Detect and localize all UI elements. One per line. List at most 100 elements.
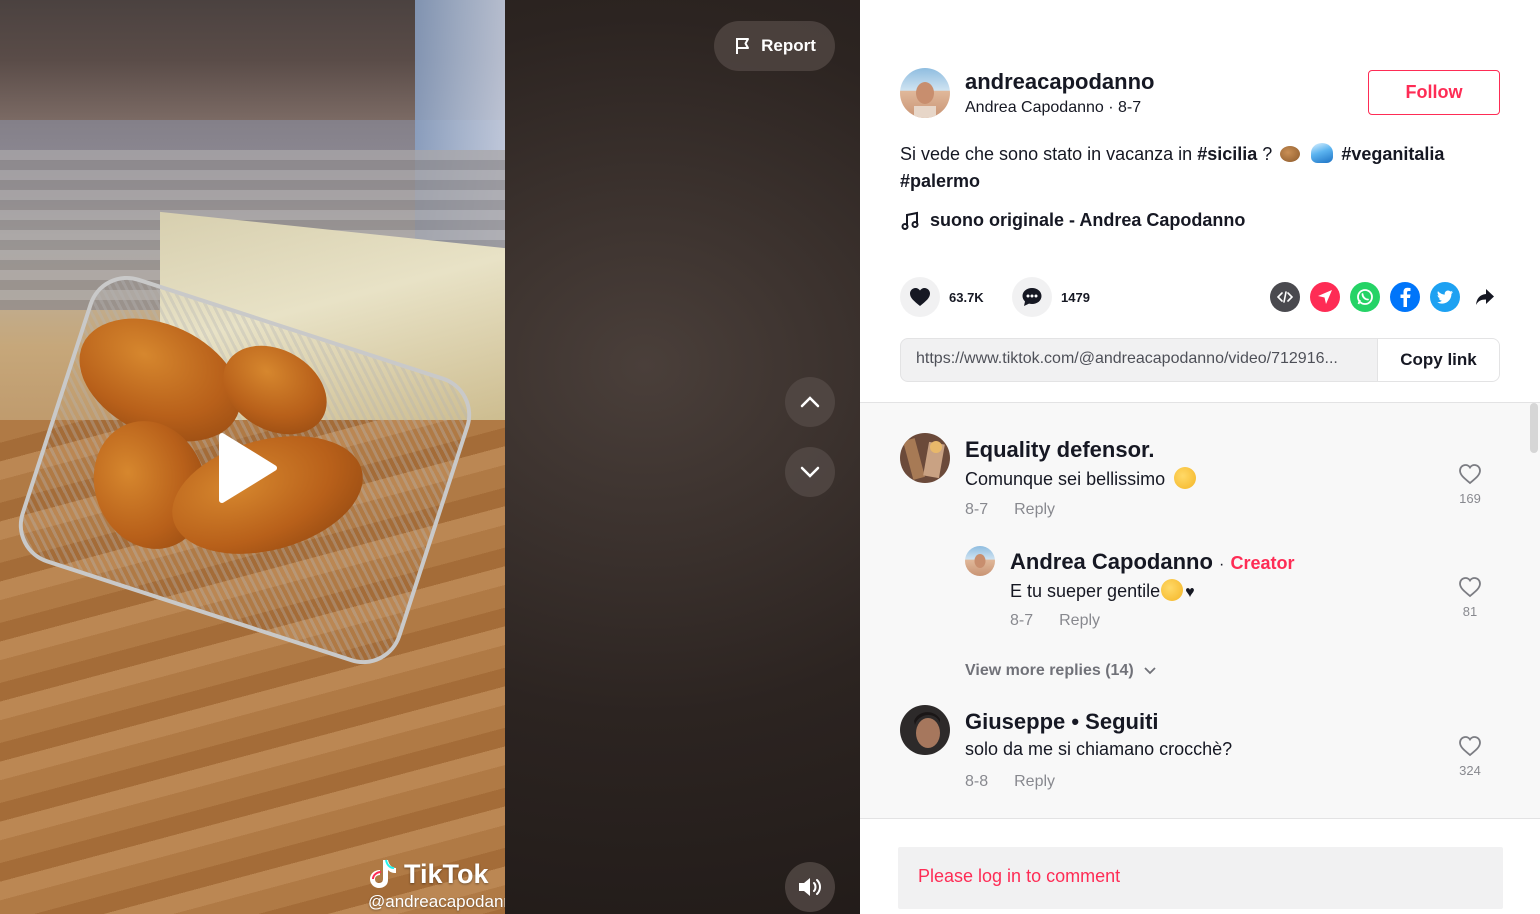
black-heart-icon: ♥	[1185, 584, 1195, 601]
avatar	[974, 554, 986, 568]
separator-dot: ·	[1108, 99, 1119, 116]
like-stat: 63.7K	[900, 277, 984, 317]
video-details-panel: andreacapodanno Andrea Capodanno · 8-7 F…	[860, 0, 1540, 914]
hashtag-sicilia[interactable]: #sicilia	[1197, 144, 1257, 164]
music-note-icon	[901, 211, 919, 230]
send-icon	[1318, 290, 1332, 304]
comment-text: Comunque sei bellissimo	[965, 467, 1197, 490]
heart-outline-icon[interactable]	[1458, 463, 1482, 485]
previous-video-button[interactable]	[785, 377, 835, 427]
potato-emoji-icon	[1280, 146, 1301, 162]
reply-date: 8-7	[1010, 612, 1034, 629]
reply-like: 81	[1450, 576, 1490, 619]
commenter-name[interactable]: Giuseppe • Seguiti	[965, 709, 1159, 735]
tiktok-watermark: TikTok @andreacapodanno	[368, 858, 505, 912]
comment-bubble-icon	[1022, 288, 1042, 306]
volume-button[interactable]	[785, 862, 835, 912]
comment-input-bar: Please log in to comment	[860, 818, 1540, 914]
next-video-button[interactable]	[785, 447, 835, 497]
video-caption: Si vede che sono stato in vacanza in #si…	[900, 141, 1500, 195]
replier-name: Andrea Capodanno · Creator	[1010, 549, 1295, 575]
more-share-button[interactable]	[1470, 282, 1500, 312]
video-frame[interactable]: TikTok @andreacapodanno	[0, 0, 505, 914]
video-url-field[interactable]: https://www.tiktok.com/@andreacapodanno/…	[901, 339, 1377, 381]
flag-icon	[736, 38, 750, 54]
author-avatar[interactable]	[900, 68, 950, 118]
pleading-face-emoji-icon	[1161, 579, 1184, 601]
report-button[interactable]: Report	[714, 21, 835, 71]
reply-like-count: 81	[1462, 604, 1478, 619]
heart-outline-icon[interactable]	[1458, 735, 1482, 757]
reply-button[interactable]: Reply	[1014, 773, 1055, 791]
post-date: 8-7	[1118, 99, 1142, 116]
copy-link-box: https://www.tiktok.com/@andreacapodanno/…	[900, 338, 1500, 382]
comment-meta: 8-8 Reply	[965, 773, 1055, 791]
creator-badge-separator: ·	[1219, 556, 1225, 573]
hashtag-palermo[interactable]: #palermo	[900, 171, 980, 191]
heart-eyes-emoji-icon	[1174, 467, 1197, 489]
twitter-icon	[1437, 290, 1453, 304]
share-buttons	[1270, 282, 1500, 312]
commenter-avatar[interactable]	[900, 433, 950, 483]
caption-question-mark: ?	[1262, 144, 1273, 164]
avatar	[900, 433, 950, 483]
engagement-row: 63.7K 1479	[900, 277, 1500, 317]
comment-body: Comunque sei bellissimo	[965, 469, 1166, 489]
embed-icon	[1277, 291, 1293, 303]
tiktok-logo-icon	[370, 859, 396, 888]
video-player-area: TikTok @andreacapodanno Report	[0, 0, 860, 914]
wave-emoji-icon	[1311, 143, 1334, 163]
music-label: suono originale - Andrea Capodanno	[930, 210, 1246, 230]
comment-stat: 1479	[1012, 277, 1090, 317]
heart-icon	[910, 288, 930, 306]
whatsapp-share-button[interactable]	[1350, 282, 1380, 312]
embed-button[interactable]	[1270, 282, 1300, 312]
music-link[interactable]: suono originale - Andrea Capodanno	[900, 210, 1245, 231]
chevron-up-icon	[800, 396, 820, 408]
chevron-down-icon	[1144, 667, 1156, 675]
volume-icon	[799, 878, 821, 896]
creator-badge: Creator	[1230, 553, 1295, 573]
heart-outline-icon[interactable]	[1458, 576, 1482, 598]
author-display-name: Andrea Capodanno	[965, 99, 1104, 116]
login-to-comment-button[interactable]: Please log in to comment	[898, 847, 1503, 909]
hashtag-veganitalia[interactable]: #veganitalia	[1341, 144, 1444, 164]
comments-scrollbar[interactable]	[1530, 403, 1538, 453]
commenter-name[interactable]: Equality defensor.	[965, 437, 1155, 463]
play-icon	[219, 433, 277, 503]
avatar	[914, 82, 936, 118]
replier-display-name[interactable]: Andrea Capodanno	[1010, 549, 1213, 574]
caption-text: Si vede che sono stato in vacanza in	[900, 144, 1193, 164]
reply-button[interactable]: Reply	[1059, 612, 1100, 630]
play-button[interactable]	[216, 432, 280, 504]
author-block: andreacapodanno Andrea Capodanno · 8-7 F…	[900, 68, 1500, 120]
follow-button[interactable]: Follow	[1368, 70, 1500, 115]
report-label: Report	[761, 36, 816, 55]
reply-text: E tu sueper gentile ♥	[1010, 579, 1195, 602]
comment-button[interactable]	[1012, 277, 1052, 317]
facebook-share-button[interactable]	[1390, 282, 1420, 312]
comment-text: solo da me si chiamano crocchè?	[965, 739, 1233, 759]
copy-link-button[interactable]: Copy link	[1377, 339, 1499, 381]
reply-body: E tu sueper gentile	[1010, 581, 1161, 601]
comment-date: 8-8	[965, 773, 989, 790]
comment-meta: 8-7 Reply	[965, 501, 1055, 519]
like-count: 63.7K	[949, 289, 984, 305]
twitter-share-button[interactable]	[1430, 282, 1460, 312]
avatar	[900, 705, 950, 755]
reply-button[interactable]: Reply	[1014, 501, 1055, 519]
comments-list[interactable]: Equality defensor. Comunque sei bellissi…	[860, 402, 1540, 818]
author-username[interactable]: andreacapodanno	[965, 69, 1154, 95]
like-button[interactable]	[900, 277, 940, 317]
replier-avatar[interactable]	[965, 546, 995, 576]
author-subline: Andrea Capodanno · 8-7	[965, 99, 1141, 117]
whatsapp-icon	[1357, 289, 1373, 305]
comment-like: 169	[1450, 463, 1490, 506]
view-more-replies-button[interactable]: View more replies (14)	[965, 662, 1156, 680]
facebook-icon	[1400, 287, 1411, 307]
commenter-avatar[interactable]	[900, 705, 950, 755]
send-to-friends-button[interactable]	[1310, 282, 1340, 312]
comment-like-count: 169	[1459, 491, 1481, 506]
watermark-handle: @andreacapodanno	[368, 892, 505, 911]
reply-meta: 8-7 Reply	[1010, 612, 1100, 630]
